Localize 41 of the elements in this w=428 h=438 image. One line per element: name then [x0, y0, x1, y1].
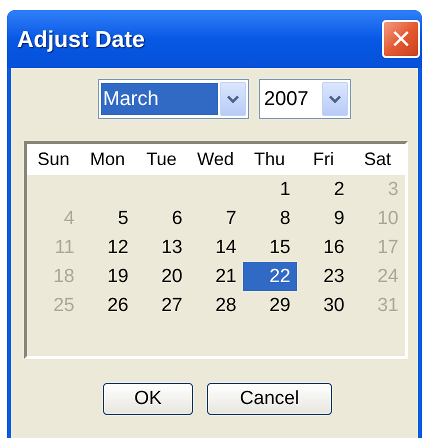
day-cell[interactable]: 30	[296, 291, 350, 320]
dropdown-field[interactable]: 2007	[259, 79, 351, 119]
weekday-label: Mon	[88, 148, 126, 171]
weekday-label: Sun	[36, 148, 71, 171]
weekday-label: Sat	[362, 148, 392, 171]
day-cell[interactable]: 22	[242, 262, 296, 291]
day-cell[interactable]: 15	[242, 233, 296, 262]
day-cell[interactable]: 12	[80, 233, 134, 262]
day-cell[interactable]: 23	[296, 262, 350, 291]
day-cell[interactable]: 20	[134, 262, 188, 291]
day-cell[interactable]: 6	[134, 204, 188, 233]
cancel-button[interactable]: Cancel	[207, 383, 332, 415]
day-cell[interactable]: 8	[242, 204, 296, 233]
day-cell[interactable]: 7	[188, 204, 242, 233]
day-cell[interactable]: 21	[188, 262, 242, 291]
day-cell[interactable]: 1	[242, 175, 296, 204]
close-button[interactable]: ×	[382, 20, 420, 58]
weekday-label: Fri	[312, 148, 335, 171]
dropdown-field[interactable]: March	[98, 79, 249, 119]
dropdown-value: 2007	[263, 87, 310, 112]
weekday-label: Thu	[252, 148, 286, 171]
weekday-label: Tue	[145, 148, 178, 171]
day-cell[interactable]: 28	[188, 291, 242, 320]
day-cell[interactable]: 2	[296, 175, 350, 204]
weekday-label: Wed	[196, 148, 235, 171]
day-cell[interactable]: 27	[134, 291, 188, 320]
chevron-down-icon	[329, 94, 341, 104]
day-cell[interactable]: 14	[188, 233, 242, 262]
chevron-down-icon	[227, 94, 239, 104]
day-cell[interactable]: 26	[80, 291, 134, 320]
dropdown-button[interactable]	[322, 82, 348, 116]
dropdown-value: March	[101, 83, 218, 115]
day-cell[interactable]: 13	[134, 233, 188, 262]
day-cell[interactable]: 9	[296, 204, 350, 233]
window-title: Adjust Date	[17, 24, 145, 54]
day-cell[interactable]: 29	[242, 291, 296, 320]
day-cell[interactable]: 16	[296, 233, 350, 262]
dropdown-button[interactable]	[220, 82, 246, 116]
ok-button[interactable]: OK	[103, 383, 193, 415]
day-cell[interactable]: 19	[80, 262, 134, 291]
day-cell[interactable]: 5	[80, 204, 134, 233]
